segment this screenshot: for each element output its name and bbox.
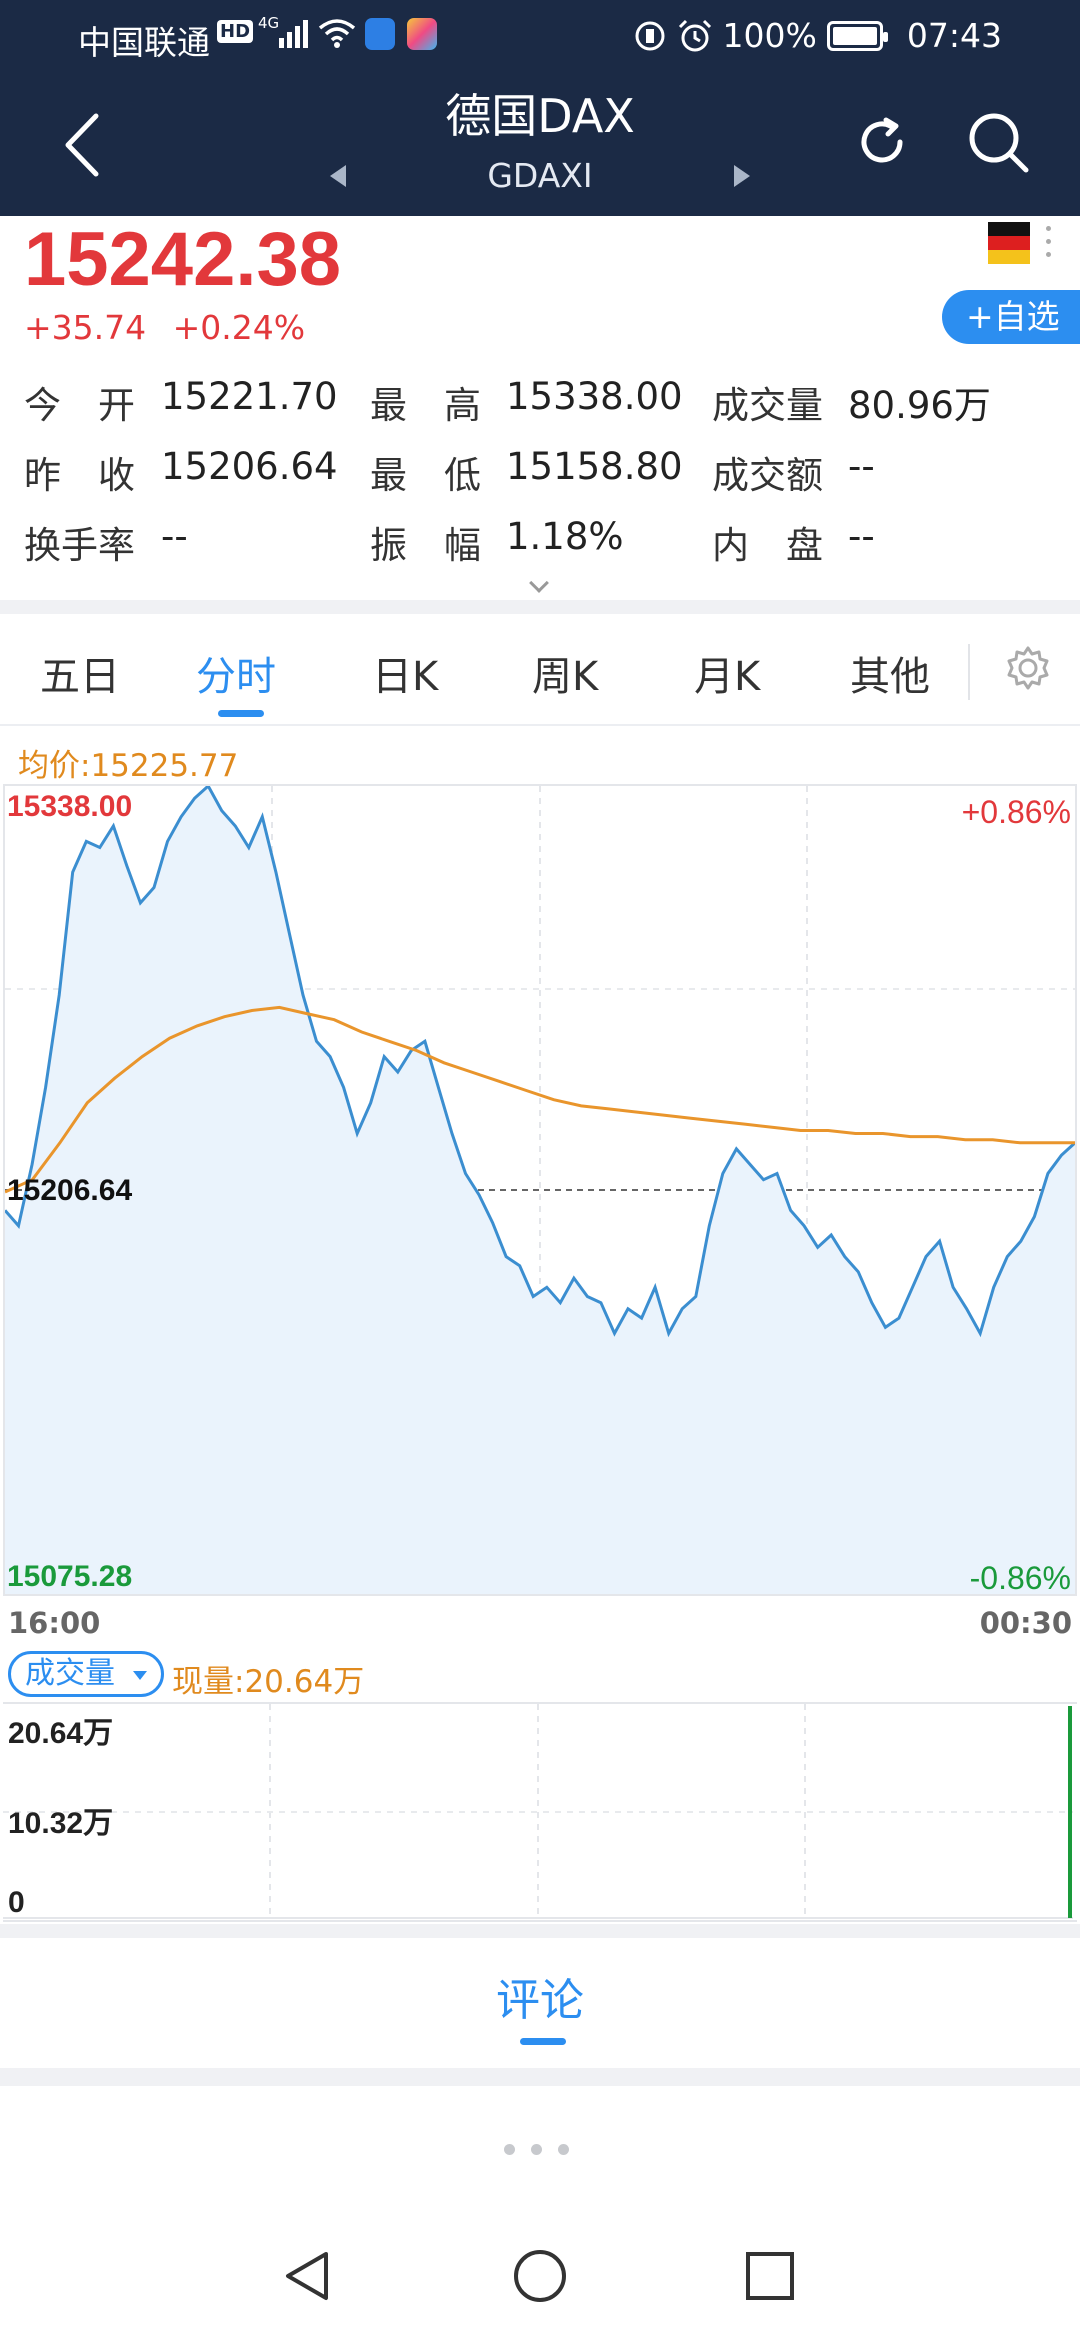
intraday-chart[interactable]: 15338.00 15206.64 15075.28 +0.86% -0.86% [3, 784, 1077, 1596]
tab-weekly-k[interactable]: 周K [532, 644, 598, 702]
divider [0, 2068, 1080, 2086]
notification-app-icon [365, 18, 395, 50]
time-start-label: 16:00 [8, 1606, 101, 1640]
stat-value: -- [848, 515, 875, 558]
divider [0, 1924, 1080, 1938]
stat-label: 最 低 [370, 454, 481, 497]
divider [0, 600, 1080, 614]
stat-value: -- [161, 515, 188, 558]
vibrate-icon [635, 21, 665, 50]
tab-daily-k[interactable]: 日K [372, 644, 438, 702]
clock: 07:43 [906, 16, 1002, 55]
y-axis-min-label: 15075.28 [7, 1560, 133, 1593]
network-type: 4G [258, 14, 280, 32]
y-axis-max-label: 15338.00 [7, 790, 133, 823]
nav-recents-icon[interactable] [744, 2250, 796, 2302]
notification-app-icon [407, 18, 437, 50]
index-code: GDAXI [487, 156, 593, 195]
current-price: 15242.38 [24, 217, 341, 302]
comment-tab-label: 评论 [496, 1975, 584, 2026]
active-tab-indicator [520, 2038, 566, 2045]
chevron-down-icon [133, 1671, 147, 1680]
time-end-label: 00:30 [979, 1606, 1072, 1640]
change-amount: +35.74 [24, 308, 147, 347]
indicator-selector[interactable]: 成交量 [8, 1651, 164, 1697]
stat-row: 昨 收 15206.64 最 低 15158.80 成交额 -- [24, 445, 1064, 515]
average-price-label: 均价:15225.77 [18, 748, 239, 784]
gear-icon[interactable] [1004, 644, 1052, 692]
active-tab-indicator [218, 710, 264, 717]
stat-label: 昨 收 [24, 454, 135, 497]
stat-label: 今 开 [24, 384, 135, 427]
current-volume-label: 现量:20.64万 [172, 1664, 365, 1700]
system-nav-bar [0, 2210, 1080, 2340]
stat-label: 内 盘 [712, 524, 823, 567]
add-watchlist-button[interactable]: +自选 [942, 290, 1080, 344]
tab-other[interactable]: 其他 [850, 644, 930, 702]
stat-row: 今 开 15221.70 最 高 15338.00 成交量 80.96万 [24, 375, 1064, 445]
stat-label: 最 高 [370, 384, 481, 427]
status-bar: 中国联通 HD 4G 100% 07:43 [0, 0, 1080, 72]
refresh-button[interactable] [852, 112, 912, 172]
stat-label: 成交量 [712, 384, 823, 427]
chart-tabs: 五日 分时 日K 周K 月K 其他 [0, 614, 1080, 726]
quote-stats: 今 开 15221.70 最 高 15338.00 成交量 80.96万 昨 收… [24, 375, 1064, 585]
carrier-name: 中国联通 [78, 23, 210, 62]
stat-value: 1.18% [506, 515, 624, 558]
signal-icon [279, 20, 308, 48]
screen: 中国联通 HD 4G 100% 07:43 德国DAX GDAXI 15242.… [0, 0, 1080, 2340]
pct-max-label: +0.86% [961, 794, 1071, 830]
battery-icon [826, 20, 888, 51]
alarm-icon [678, 19, 711, 51]
indicator-selector-label: 成交量 [25, 1656, 115, 1691]
stat-value: 15158.80 [506, 445, 683, 488]
change-percent: +0.24% [172, 308, 306, 347]
pct-min-label: -0.86% [969, 1560, 1071, 1596]
divider [968, 644, 970, 700]
y-axis-prev-close-label: 15206.64 [7, 1174, 133, 1207]
price-chart-svg [5, 786, 1075, 1594]
stat-value: -- [848, 445, 875, 488]
wifi-icon [318, 19, 356, 48]
volume-chart[interactable]: 20.64万 10.32万 0 [3, 1702, 1077, 1922]
app-header: 中国联通 HD 4G 100% 07:43 德国DAX GDAXI [0, 0, 1080, 216]
more-options-icon[interactable] [1046, 226, 1054, 265]
volume-max-label: 20.64万 [8, 1717, 114, 1750]
tab-monthly-k[interactable]: 月K [694, 644, 760, 702]
prev-index-button[interactable] [330, 165, 346, 187]
page-title: 德国DAX [445, 89, 635, 143]
stat-value: 15206.64 [161, 445, 338, 488]
comment-tab[interactable]: 评论 [0, 1938, 1080, 2068]
battery-percent: 100% [722, 16, 817, 55]
hd-badge: HD [217, 20, 254, 43]
search-button[interactable] [964, 108, 1034, 178]
stat-row: 换手率 -- 振 幅 1.18% 内 盘 -- [24, 515, 1064, 585]
tab-five-day[interactable]: 五日 [40, 644, 120, 702]
stat-label: 换手率 [24, 524, 135, 567]
volume-mid-label: 10.32万 [8, 1807, 114, 1840]
volume-zero-label: 0 [8, 1886, 25, 1919]
nav-back-icon[interactable] [282, 2248, 332, 2304]
tab-intraday[interactable]: 分时 [196, 644, 276, 702]
stat-value: 15221.70 [161, 375, 338, 418]
stat-label: 成交额 [712, 454, 823, 497]
nav-home-icon[interactable] [512, 2248, 568, 2304]
stat-value: 80.96万 [848, 384, 991, 427]
germany-flag-icon [988, 222, 1030, 264]
next-index-button[interactable] [734, 165, 750, 187]
stat-label: 振 幅 [370, 524, 481, 567]
volume-chart-svg [3, 1704, 1073, 1920]
stat-value: 15338.00 [506, 375, 683, 418]
volume-bar [1068, 1706, 1072, 1918]
price-change: +35.74 +0.24% [24, 308, 305, 347]
loading-dots-icon [504, 2144, 569, 2155]
